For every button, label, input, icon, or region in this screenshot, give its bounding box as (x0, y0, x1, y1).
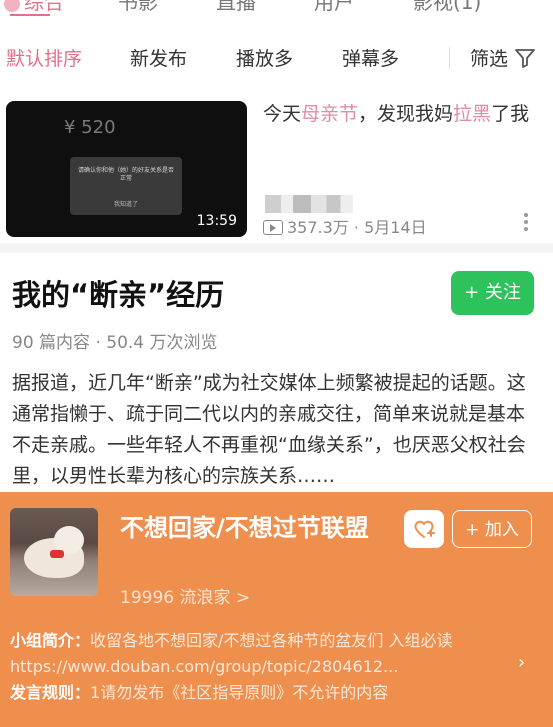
intro-label: 小组简介： (10, 631, 91, 650)
filter-button[interactable]: 筛选 (470, 44, 508, 71)
title-highlight: 母亲节 (301, 103, 359, 125)
group-avatar (10, 508, 98, 596)
group-name: 不想回家/不想过节联盟 (120, 514, 369, 542)
tab-label: 综合 (24, 0, 64, 14)
sort-most-played[interactable]: 播放多 (236, 44, 293, 71)
filter-label: 筛选 (470, 48, 509, 70)
publish-date: · 5月14日 (353, 218, 427, 237)
video-thumbnail[interactable]: ¥ 520 请确认你和他（她）的好友关系是否正常 我知道了 13:59 (6, 101, 247, 237)
section-separator (0, 243, 553, 253)
sort-newest[interactable]: 新发布 (130, 44, 187, 71)
follow-button[interactable]: + 关注 (451, 271, 534, 315)
tab-users[interactable]: 用户 (314, 0, 354, 15)
topic-title: 我的“断亲”经历 (12, 278, 225, 312)
group-rules: 发言规则：1请勿发布《社区指导原则》不允许的内容 (10, 680, 540, 706)
tab-books-movies[interactable]: 书影 (118, 0, 158, 15)
title-highlight: 拉黑 (453, 103, 492, 125)
heart-plus-icon (414, 520, 435, 538)
thumb-dialog-text: 请确认你和他（她）的好友关系是否正常 (78, 167, 175, 182)
top-tab-bar: 综合 书影 直播 用户 影视(1) (0, 0, 553, 16)
tab-label: 影视(1) (413, 0, 482, 14)
chevron-right-icon[interactable]: › (518, 652, 525, 673)
tab-label: 用户 (314, 0, 354, 14)
group-intro[interactable]: 小组简介：收留各地不想回家/不想过各种节的盆友们 入组必读https://www… (10, 628, 500, 680)
topic-description: 据报道，近几年“断亲”成为社交媒体上频繁被提起的话题。这通常指懒于、疏于同二代以… (12, 372, 526, 487)
video-duration: 13:59 (196, 213, 237, 229)
group-card[interactable]: 不想回家/不想过节联盟 + 加入 19996 流浪家 > 小组简介：收留各地不想… (0, 492, 553, 727)
title-text: 今天 (263, 103, 302, 125)
member-count[interactable]: 19996 流浪家 > (120, 583, 250, 608)
sort-default[interactable]: 默认排序 (6, 44, 82, 71)
thumb-dialog: 请确认你和他（她）的好友关系是否正常 我知道了 (70, 157, 182, 215)
topic-stats: 90 篇内容 · 50.4 万次浏览 (12, 333, 218, 353)
play-count: 357.3万 (287, 218, 349, 237)
avatar-icon (4, 0, 20, 12)
thumb-price: ¥ 520 (64, 117, 116, 138)
tab-film-tv[interactable]: 影视(1) (413, 0, 481, 15)
title-text: 了我 (491, 103, 530, 125)
tab-live[interactable]: 直播 (216, 0, 256, 15)
play-count-icon (263, 220, 283, 235)
thumb-dialog-button: 我知道了 (113, 201, 138, 208)
filter-icon[interactable] (514, 48, 536, 68)
tab-label: 书影 (118, 0, 158, 14)
tab-label: 直播 (216, 0, 256, 14)
video-title[interactable]: 今天母亲节，发现我妈拉黑了我 (263, 100, 543, 128)
tab-all[interactable]: 综合 (4, 0, 64, 16)
video-meta: 357.3万 · 5月14日 (263, 214, 427, 238)
divider (449, 47, 450, 69)
heart-plus-button[interactable] (404, 510, 444, 548)
join-button[interactable]: + 加入 (452, 510, 532, 548)
more-options-icon[interactable] (521, 211, 531, 237)
ribbon (50, 550, 64, 558)
sort-bar: 默认排序 新发布 播放多 弹幕多 筛选 (0, 34, 553, 80)
rules-label: 发言规则： (10, 683, 91, 702)
active-tab-indicator (10, 14, 50, 16)
title-text: ，发现我妈 (358, 103, 454, 125)
sort-most-danmaku[interactable]: 弹幕多 (342, 44, 399, 71)
rules-text: 1请勿发布《社区指导原则》不允许的内容 (90, 683, 389, 702)
blurred-uploader-name (265, 195, 353, 213)
